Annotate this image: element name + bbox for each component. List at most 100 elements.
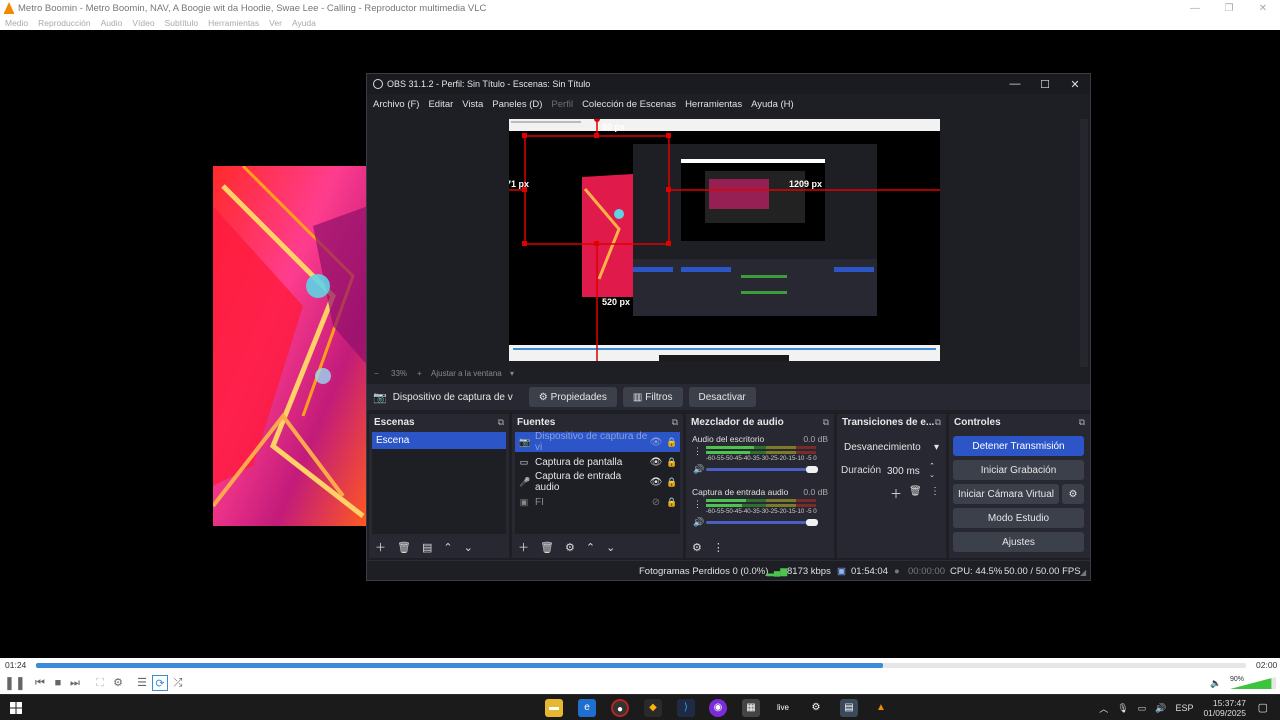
chevron-up-icon[interactable]: ︿	[1099, 702, 1108, 715]
zoom-in-button[interactable]: +	[417, 369, 422, 378]
advanced-audio-icon[interactable]: ⚙	[692, 541, 702, 554]
vlc-menu-audio[interactable]: Audio	[101, 18, 123, 28]
lock-icon[interactable]: 🔒	[664, 477, 680, 488]
zoom-out-button[interactable]: −	[374, 369, 379, 378]
start-recording-button[interactable]: Iniciar Grabación	[953, 460, 1084, 480]
obs-menu-perfil[interactable]: Perfil	[551, 99, 573, 110]
source-item-screen-capture[interactable]: ▭ Captura de pantalla 👁 🔒	[515, 452, 680, 472]
popout-icon[interactable]: ⧉	[1079, 417, 1085, 428]
speaker-icon[interactable]: 🔊	[693, 517, 704, 528]
add-scene-icon[interactable]: ＋	[375, 539, 386, 555]
vscode-icon[interactable]: ⟩	[677, 699, 695, 717]
remove-source-icon[interactable]: 🗑	[540, 541, 554, 554]
settings-gear-icon[interactable]: ⚙	[807, 699, 825, 717]
vlc-close-button[interactable]: ✕	[1246, 3, 1280, 14]
vlc-menu-reproduccion[interactable]: Reproducción	[38, 18, 90, 28]
spin-arrows-icon[interactable]: ⌃ ⌄	[929, 462, 935, 480]
add-source-icon[interactable]: ＋	[518, 539, 529, 555]
obs-menu-coleccion[interactable]: Colección de Escenas	[582, 99, 676, 110]
duration-spinbox[interactable]: 300 ms ⌃ ⌄	[883, 462, 941, 480]
microphone-icon[interactable]: 🎙	[1117, 703, 1128, 714]
obs-minimize-button[interactable]: —	[1000, 78, 1030, 90]
eye-icon[interactable]: 👁	[648, 477, 664, 488]
add-transition-icon[interactable]: ＋	[890, 485, 902, 502]
source-item-image[interactable]: ▣ FI ⊘ 🔒	[515, 492, 680, 512]
fullscreen-icon[interactable]: ⛶	[92, 675, 108, 691]
transition-menu-icon[interactable]: ⋮	[930, 486, 940, 497]
speaker-icon[interactable]: 🔈	[1208, 675, 1224, 691]
start-virtual-camera-button[interactable]: Iniciar Cámara Virtual	[953, 484, 1059, 504]
eye-icon[interactable]: 👁	[648, 437, 664, 448]
move-down-icon[interactable]: ⌄	[606, 541, 615, 554]
preview-scrollbar[interactable]	[1080, 119, 1088, 367]
popout-icon[interactable]: ⧉	[935, 417, 941, 428]
remove-scene-icon[interactable]: 🗑	[397, 541, 411, 554]
playlist-icon[interactable]: ☰	[134, 675, 150, 691]
eye-icon[interactable]: 👁	[648, 457, 664, 468]
vlc-menu-medio[interactable]: Medio	[5, 18, 28, 28]
remove-transition-icon[interactable]: 🗑	[909, 486, 922, 497]
discord-app-icon[interactable]: ◉	[709, 699, 727, 717]
windows-start-icon[interactable]	[10, 702, 22, 714]
transition-select[interactable]: Desvanecimiento ▾	[840, 438, 943, 456]
obs-menu-vista[interactable]: Vista	[462, 99, 483, 110]
fader-knob[interactable]	[806, 466, 818, 473]
popout-icon[interactable]: ⧉	[672, 417, 678, 428]
obs-menu-ayuda[interactable]: Ayuda (H)	[751, 99, 794, 110]
obs-preview-area[interactable]: 80 px 71 px 1209 px 520 px	[367, 114, 1077, 368]
volume-icon[interactable]: 🔊	[1155, 703, 1166, 714]
file-explorer-icon[interactable]: ▬	[545, 699, 563, 717]
shuffle-icon[interactable]: ⤮	[170, 675, 186, 691]
zoom-dropdown-icon[interactable]: ▾	[510, 369, 514, 378]
stop-streaming-button[interactable]: Detener Transmisión	[953, 436, 1084, 456]
filters-button[interactable]: ▥ Filtros	[622, 387, 683, 407]
vlc-menu-subtitulo[interactable]: Subtítulo	[165, 18, 199, 28]
vlc-menu-ver[interactable]: Ver	[269, 18, 282, 28]
notepad-icon[interactable]: ▤	[840, 699, 858, 717]
brave-shield-icon[interactable]: ◆	[644, 699, 662, 717]
vlc-menu-video[interactable]: Vídeo	[132, 18, 154, 28]
source-item-video-capture[interactable]: 📷 Dispositivo de captura de vi 👁 🔒	[515, 431, 680, 453]
source-properties-icon[interactable]: ⚙	[565, 541, 575, 554]
studio-mode-button[interactable]: Modo Estudio	[953, 508, 1084, 528]
extended-settings-icon[interactable]: ⚙	[110, 675, 126, 691]
popout-icon[interactable]: ⧉	[498, 417, 504, 428]
lock-icon[interactable]: 🔒	[664, 497, 680, 508]
obs-menu-paneles[interactable]: Paneles (D)	[492, 99, 542, 110]
language-indicator[interactable]: ESP	[1175, 703, 1193, 713]
eye-hidden-icon[interactable]: ⊘	[648, 497, 664, 508]
network-icon[interactable]: ▭	[1138, 703, 1147, 714]
obs-maximize-button[interactable]: ☐	[1030, 78, 1060, 91]
scene-filter-icon[interactable]: ▤	[422, 541, 432, 554]
obs-preview-canvas[interactable]: 80 px 71 px 1209 px 520 px	[509, 119, 940, 361]
image-editor-icon[interactable]: ▦	[742, 699, 760, 717]
vlc-volume-slider[interactable]: 90%	[1230, 676, 1276, 690]
fit-to-window-button[interactable]: Ajustar a la ventana	[431, 369, 502, 378]
resize-grip-icon[interactable]: ◢	[1080, 568, 1086, 577]
vlc-minimize-button[interactable]: —	[1178, 3, 1212, 14]
vlc-taskbar-icon[interactable]: ▲	[872, 699, 890, 717]
properties-button[interactable]: ⚙ Propiedades	[528, 387, 617, 407]
next-icon[interactable]: ⏭	[67, 675, 83, 691]
speaker-icon[interactable]: 🔊	[693, 464, 704, 475]
mixer-menu-icon[interactable]: ⋮	[713, 541, 724, 554]
obs-menu-editar[interactable]: Editar	[428, 99, 453, 110]
previous-icon[interactable]: ⏮	[32, 675, 48, 691]
loop-icon[interactable]: ⟳	[152, 675, 168, 691]
vlc-menu-ayuda[interactable]: Ayuda	[292, 18, 316, 28]
fader-knob[interactable]	[806, 519, 818, 526]
move-up-icon[interactable]: ⌃	[586, 541, 595, 554]
volume-fader[interactable]	[706, 519, 818, 526]
obs-menu-archivo[interactable]: Archivo (F)	[373, 99, 419, 110]
scene-item[interactable]: Escena	[372, 432, 506, 449]
virtual-camera-settings-button[interactable]: ⚙	[1062, 484, 1084, 504]
obs-menu-herramientas[interactable]: Herramientas	[685, 99, 742, 110]
channel-menu-icon[interactable]: ⋮	[693, 499, 702, 510]
lock-icon[interactable]: 🔒	[664, 457, 680, 468]
notification-icon[interactable]: ▢	[1258, 701, 1268, 714]
volume-fader[interactable]	[706, 466, 818, 473]
edge-browser-icon[interactable]: e	[578, 699, 596, 717]
channel-menu-icon[interactable]: ⋮	[693, 446, 702, 457]
stop-icon[interactable]: ■	[50, 675, 66, 691]
source-item-audio-input[interactable]: 🎤 Captura de entrada audio 👁 🔒	[515, 471, 680, 493]
